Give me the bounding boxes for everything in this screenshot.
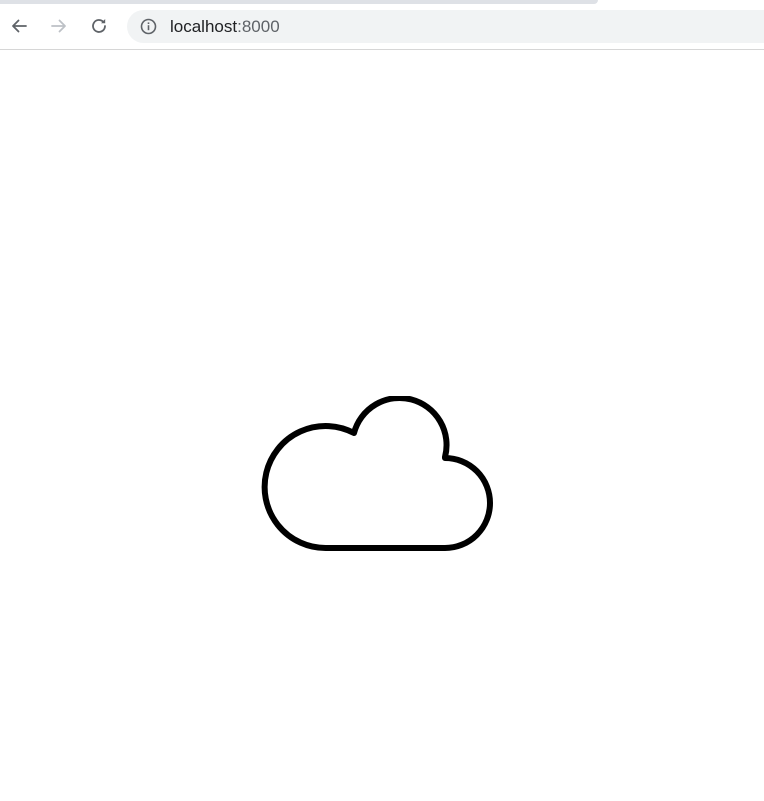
address-bar[interactable]: localhost:8000 [127,10,764,43]
url-host: localhost [170,17,238,36]
browser-toolbar: localhost:8000 [0,0,764,50]
reload-icon [92,19,106,33]
url-port: :8000 [237,17,280,36]
page-viewport [0,50,764,801]
forward-button[interactable] [47,14,71,38]
cloud-icon [261,396,493,552]
info-icon[interactable] [140,18,157,35]
back-button[interactable] [7,14,31,38]
arrow-right-icon [51,19,66,33]
arrow-left-icon [12,19,27,33]
tab-strip [0,0,598,4]
reload-button[interactable] [87,14,111,38]
url-text[interactable]: localhost:8000 [170,17,280,36]
